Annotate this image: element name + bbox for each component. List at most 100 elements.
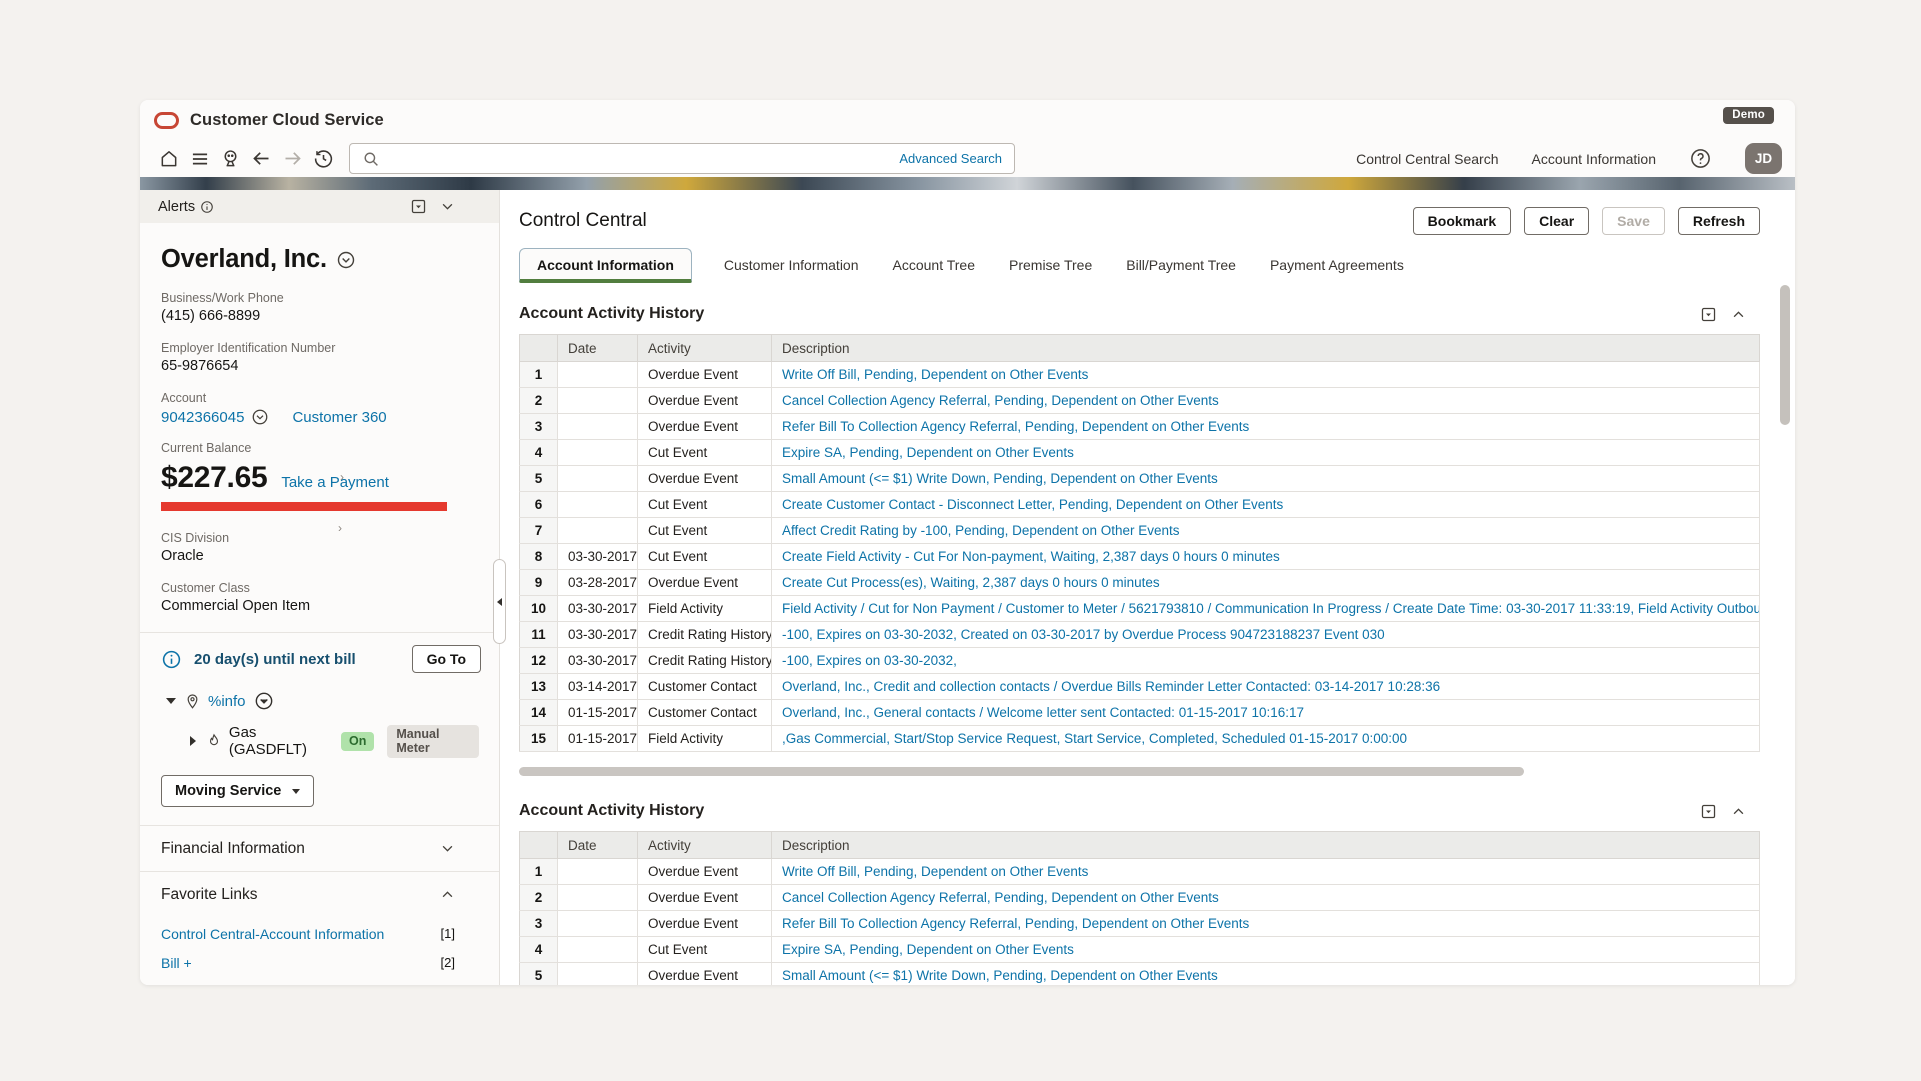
cell-description: Small Amount (<= $1) Write Down, Pending… (772, 466, 1760, 492)
cell-activity: Field Activity (638, 596, 772, 622)
description-link[interactable]: Write Off Bill, Pending, Dependent on Ot… (782, 367, 1088, 382)
chevron-up-icon[interactable] (1731, 307, 1746, 322)
chevron-down-icon[interactable] (440, 199, 455, 214)
back-arrow-icon[interactable] (246, 144, 277, 173)
horizontal-scrollbar[interactable] (519, 767, 1524, 776)
refresh-button[interactable]: Refresh (1678, 207, 1760, 235)
chevron-circle-icon[interactable] (336, 250, 356, 270)
carousel-next-icon: › (340, 470, 344, 484)
section-title: Account Activity History (519, 305, 704, 323)
description-link[interactable]: Create Field Activity - Cut For Non-paym… (782, 549, 1280, 564)
tab-account-tree[interactable]: Account Tree (891, 249, 978, 283)
description-link[interactable]: Create Cut Process(es), Waiting, 2,387 d… (782, 575, 1160, 590)
customer-class-value: Commercial Open Item (161, 598, 479, 614)
description-link[interactable]: Overland, Inc., General contacts / Welco… (782, 705, 1304, 720)
cell-date: 03-28-2017 (558, 570, 638, 596)
row-number: 12 (520, 648, 558, 674)
search-input[interactable] (388, 151, 891, 167)
actions-menu-icon[interactable] (410, 198, 427, 215)
global-search: Advanced Search (349, 143, 1015, 174)
description-link[interactable]: Affect Credit Rating by -100, Pending, D… (782, 523, 1180, 538)
info-icon[interactable] (200, 200, 214, 214)
forward-arrow-icon[interactable] (277, 144, 308, 173)
description-link[interactable]: Write Off Bill, Pending, Dependent on Ot… (782, 864, 1088, 879)
vertical-scrollbar[interactable] (1780, 285, 1790, 425)
description-link[interactable]: Overland, Inc., Credit and collection co… (782, 679, 1440, 694)
favorite-links-section[interactable]: Favorite Links (140, 872, 499, 917)
help-icon[interactable] (1689, 147, 1712, 170)
actions-menu-icon[interactable] (1700, 306, 1717, 323)
chevron-circle-icon[interactable] (254, 691, 274, 711)
account-number-link[interactable]: 9042366045 (161, 409, 244, 426)
description-link[interactable]: Cancel Collection Agency Referral, Pendi… (782, 890, 1219, 905)
customer-360-link[interactable]: Customer 360 (292, 409, 386, 426)
description-link[interactable]: Expire SA, Pending, Dependent on Other E… (782, 942, 1074, 957)
row-number: 9 (520, 570, 558, 596)
description-link[interactable]: -100, Expires on 03-30-2032, Created on … (782, 627, 1385, 642)
menu-icon[interactable] (184, 144, 215, 173)
favorite-link[interactable]: Bill + (161, 955, 192, 971)
description-link[interactable]: Small Amount (<= $1) Write Down, Pending… (782, 471, 1218, 486)
description-link[interactable]: Refer Bill To Collection Agency Referral… (782, 916, 1249, 931)
table-row: 7Cut EventAffect Credit Rating by -100, … (520, 518, 1760, 544)
search-icon (362, 150, 380, 168)
table-header-row: DateActivityDescription (520, 335, 1760, 362)
cell-date (558, 911, 638, 937)
cell-description: -100, Expires on 03-30-2032, (772, 648, 1760, 674)
cell-date (558, 937, 638, 963)
favorite-link[interactable]: Control Central-Account Information (161, 926, 384, 942)
tab-premise-tree[interactable]: Premise Tree (1007, 249, 1094, 283)
oracle-logo-icon (154, 112, 179, 129)
service-label[interactable]: Gas (GASDFLT) (229, 724, 330, 758)
favorite-link[interactable]: Start/Stop (161, 984, 223, 986)
description-link[interactable]: Create Customer Contact - Disconnect Let… (782, 497, 1283, 512)
chevron-up-icon[interactable] (440, 887, 455, 902)
tree-expand-icon[interactable] (164, 698, 178, 704)
tab-bill-payment-tree[interactable]: Bill/Payment Tree (1124, 249, 1238, 283)
table-row: 5Overdue EventSmall Amount (<= $1) Write… (520, 466, 1760, 492)
row-number: 13 (520, 674, 558, 700)
sidebar-collapse-handle[interactable] (493, 559, 506, 644)
phone-value: (415) 666-8899 (161, 308, 479, 324)
chevron-circle-icon[interactable] (251, 408, 269, 426)
moving-service-button[interactable]: Moving Service (161, 775, 314, 807)
description-link[interactable]: Cancel Collection Agency Referral, Pendi… (782, 393, 1219, 408)
tab-account-information[interactable]: Account Information (519, 248, 692, 283)
nav-control-central-search[interactable]: Control Central Search (1356, 151, 1498, 167)
tab-customer-information[interactable]: Customer Information (722, 249, 861, 283)
tab-payment-agreements[interactable]: Payment Agreements (1268, 249, 1406, 283)
description-link[interactable]: ,Gas Commercial, Start/Stop Service Requ… (782, 731, 1407, 746)
cell-date (558, 492, 638, 518)
financial-information-section[interactable]: Financial Information (140, 826, 499, 871)
cell-description: Refer Bill To Collection Agency Referral… (772, 414, 1760, 440)
row-number: 14 (520, 700, 558, 726)
service-row: Gas (GASDFLT) On Manual Meter (164, 724, 479, 758)
cell-activity: Cut Event (638, 937, 772, 963)
cell-description: Overland, Inc., Credit and collection co… (772, 674, 1760, 700)
premise-link[interactable]: %info (208, 693, 246, 710)
home-icon[interactable] (153, 144, 184, 173)
description-link[interactable]: -100, Expires on 03-30-2032, (782, 653, 957, 668)
phone-label: Business/Work Phone (161, 291, 479, 305)
table-row: 3Overdue EventRefer Bill To Collection A… (520, 414, 1760, 440)
person-badge-icon[interactable] (215, 144, 246, 173)
nav-account-information[interactable]: Account Information (1531, 151, 1656, 167)
save-button[interactable]: Save (1602, 207, 1665, 235)
go-to-button[interactable]: Go To (412, 645, 481, 673)
advanced-search-link[interactable]: Advanced Search (899, 151, 1002, 166)
tree-expand-icon[interactable] (187, 736, 200, 746)
description-link[interactable]: Small Amount (<= $1) Write Down, Pending… (782, 968, 1218, 983)
description-link[interactable]: Refer Bill To Collection Agency Referral… (782, 419, 1249, 434)
bookmark-button[interactable]: Bookmark (1413, 207, 1511, 235)
chevron-up-icon[interactable] (1731, 804, 1746, 819)
history-icon[interactable] (308, 144, 339, 173)
row-number: 7 (520, 518, 558, 544)
actions-menu-icon[interactable] (1700, 803, 1717, 820)
clear-button[interactable]: Clear (1524, 207, 1589, 235)
avatar[interactable]: JD (1745, 143, 1782, 174)
chevron-down-icon[interactable] (440, 841, 455, 856)
description-link[interactable]: Field Activity / Cut for Non Payment / C… (782, 601, 1760, 616)
cell-description: Create Cut Process(es), Waiting, 2,387 d… (772, 570, 1760, 596)
take-a-payment-link[interactable]: Take a Payment (281, 474, 389, 491)
description-link[interactable]: Expire SA, Pending, Dependent on Other E… (782, 445, 1074, 460)
